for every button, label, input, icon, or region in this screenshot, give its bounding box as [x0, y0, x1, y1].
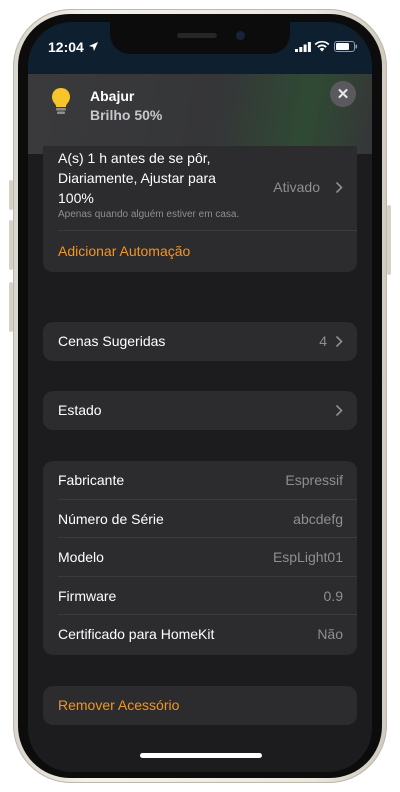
info-value: Não — [317, 626, 343, 642]
notch — [110, 22, 290, 54]
wifi-icon — [314, 40, 330, 52]
accessory-header: Abajur Brilho 50% ✕ — [28, 74, 372, 154]
remove-row[interactable]: Remover Acessório — [43, 686, 357, 725]
volume-down-button — [9, 220, 13, 270]
automation-line-2: Diariamente, Ajustar para — [58, 170, 216, 186]
chevron-right-icon — [335, 335, 343, 348]
scenes-count: 4 — [319, 333, 327, 349]
state-label: Estado — [58, 402, 102, 418]
mute-switch — [9, 282, 13, 332]
settings-content: A(s) 1 h antes de se pôr, Diariamente, A… — [28, 146, 372, 772]
automation-row[interactable]: A(s) 1 h antes de se pôr, Diariamente, A… — [43, 146, 357, 231]
add-automation-row[interactable]: Adicionar Automação — [43, 231, 357, 272]
scenes-label: Cenas Sugeridas — [58, 333, 166, 349]
status-bar: 12:04 — [28, 22, 372, 74]
remove-accessory-button[interactable]: Remover Acessório — [58, 697, 179, 713]
info-value: abcdefg — [293, 510, 343, 527]
screen: 12:04 Abajur Brilho 50% ✕ A(s) 1 h antes… — [28, 22, 372, 772]
automation-state: Ativado — [273, 179, 320, 195]
accessory-status: Brilho 50% — [90, 107, 163, 123]
scenes-row[interactable]: Cenas Sugeridas 4 — [43, 322, 357, 361]
home-indicator[interactable] — [140, 753, 262, 758]
chevron-right-icon — [335, 404, 343, 417]
automation-description: A(s) 1 h antes de se pôr, Diariamente, A… — [58, 146, 278, 208]
info-label: Firmware — [58, 587, 117, 604]
info-row-firmware: Firmware 0.9 — [43, 577, 357, 615]
info-label: Número de Série — [58, 510, 164, 527]
cellular-signal-icon — [295, 42, 311, 52]
automation-card: A(s) 1 h antes de se pôr, Diariamente, A… — [43, 146, 357, 272]
accessory-name: Abajur — [90, 88, 135, 104]
info-label: Certificado para HomeKit — [58, 626, 215, 642]
info-row-manufacturer: Fabricante Espressif — [43, 461, 357, 500]
info-row-homekit: Certificado para HomeKit Não — [43, 615, 357, 654]
status-time: 12:04 — [48, 39, 84, 55]
info-value: Espressif — [285, 472, 343, 488]
state-row[interactable]: Estado — [43, 391, 357, 430]
info-label: Modelo — [58, 549, 104, 565]
automation-note: Apenas quando alguém estiver em casa. — [58, 209, 240, 220]
info-row-serial: Número de Série abcdefg — [43, 500, 357, 538]
location-arrow-icon — [89, 42, 98, 51]
info-row-model: Modelo EspLight01 — [43, 538, 357, 577]
lightbulb-icon — [52, 88, 70, 114]
add-automation-button[interactable]: Adicionar Automação — [58, 243, 190, 259]
close-icon: ✕ — [336, 86, 350, 103]
speaker-grille — [177, 33, 217, 38]
info-value: EspLight01 — [272, 549, 343, 565]
automation-line-1: A(s) 1 h antes de se pôr, — [58, 150, 211, 166]
info-label: Fabricante — [58, 472, 125, 488]
remove-card[interactable]: Remover Acessório — [43, 686, 357, 725]
automation-line-3: 100% — [58, 190, 94, 206]
volume-up-button — [9, 180, 13, 210]
state-card[interactable]: Estado — [43, 391, 357, 430]
scenes-card[interactable]: Cenas Sugeridas 4 — [43, 322, 357, 361]
front-camera — [236, 31, 245, 40]
close-button[interactable]: ✕ — [330, 81, 356, 107]
info-value: 0.9 — [323, 587, 343, 604]
info-card: Fabricante Espressif Número de Série abc… — [43, 461, 357, 655]
chevron-right-icon — [335, 181, 343, 194]
side-button — [387, 205, 391, 275]
battery-icon — [334, 41, 358, 52]
